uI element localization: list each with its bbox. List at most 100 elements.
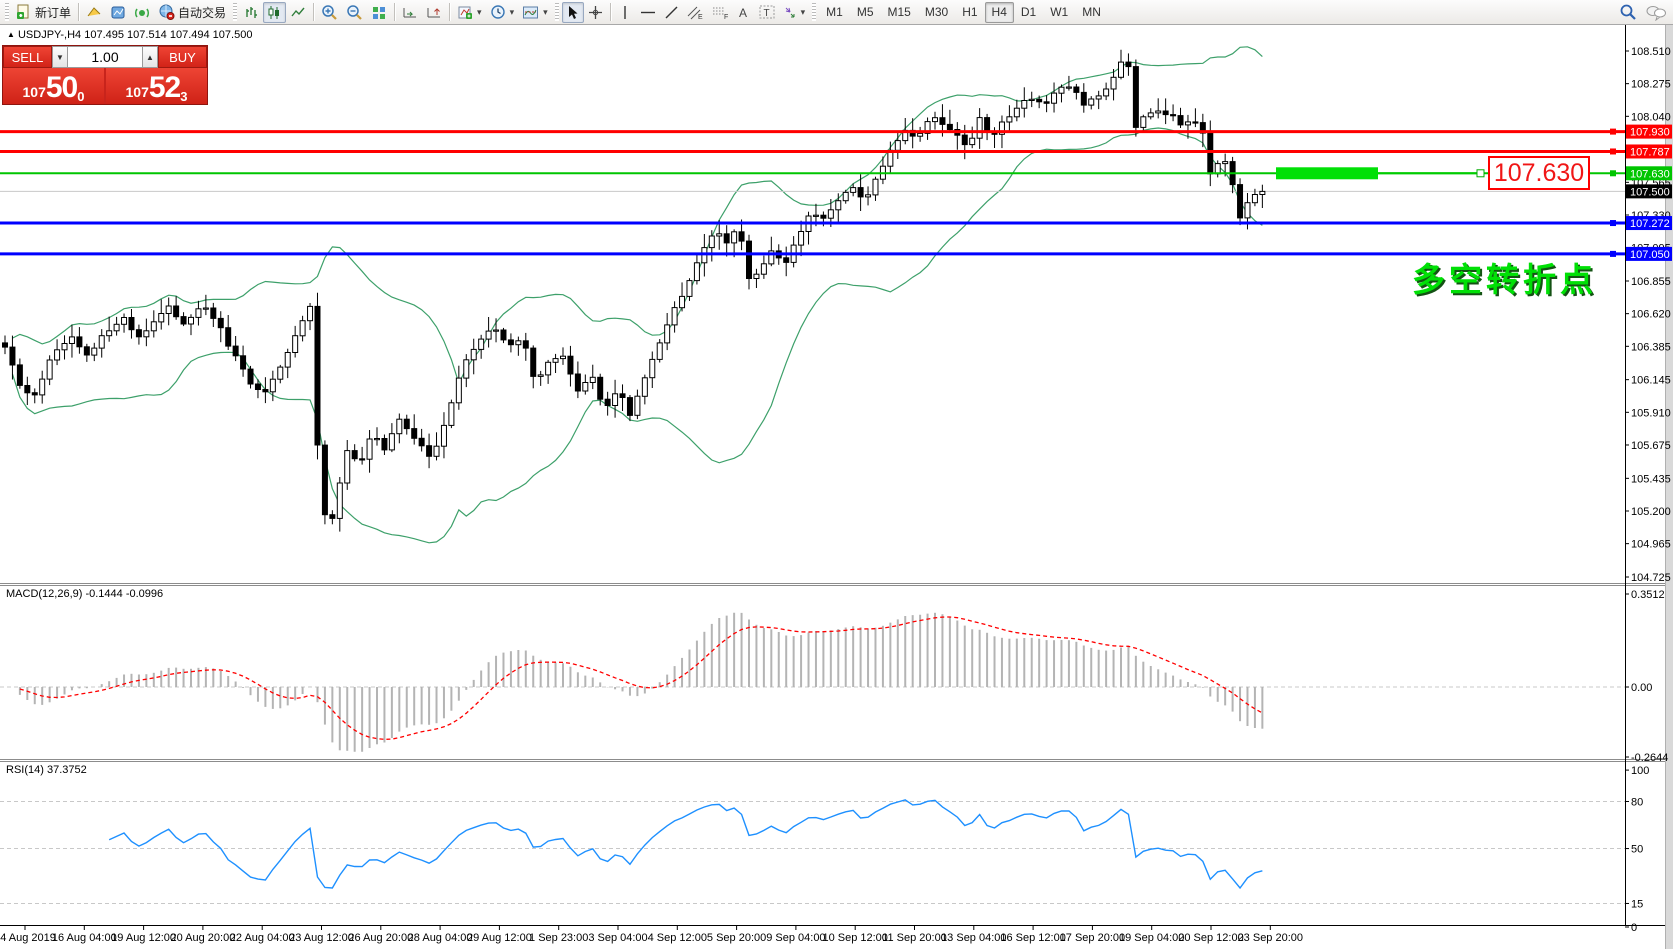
timeframe-m1-button[interactable]: M1 xyxy=(819,2,850,23)
time-axis-label: 22 Aug 04:00 xyxy=(230,932,295,944)
candle-bearish xyxy=(226,328,231,346)
arrows-button[interactable]: ▾ xyxy=(779,2,810,23)
horizontal-line-button[interactable] xyxy=(636,2,660,23)
candlestick-chart-button[interactable] xyxy=(263,2,286,23)
tile-windows-button[interactable] xyxy=(367,2,391,23)
strategy-navigator-button[interactable] xyxy=(130,2,154,23)
new-order-button[interactable]: 新订单 xyxy=(12,2,75,23)
candle-bearish xyxy=(947,124,952,129)
cursor-button[interactable] xyxy=(562,2,584,23)
toolbar-grip xyxy=(812,3,816,21)
candle-bullish xyxy=(635,396,640,415)
highlight-rectangle-object[interactable] xyxy=(1276,167,1378,179)
fibonacci-icon: F xyxy=(712,5,729,20)
timeframe-h1-button[interactable]: H1 xyxy=(955,2,984,23)
callout-anchor-square xyxy=(1477,170,1484,177)
candle-bearish xyxy=(1193,122,1198,123)
buy-price-button[interactable]: 107523 xyxy=(106,68,207,104)
trendline-button[interactable] xyxy=(660,2,683,23)
line-anchor-marker[interactable] xyxy=(1610,148,1616,154)
candle-bullish xyxy=(1148,113,1153,117)
candle-bearish xyxy=(784,258,789,263)
line-anchor-marker[interactable] xyxy=(1610,220,1616,226)
svg-text:T: T xyxy=(763,8,769,19)
candle-bearish xyxy=(248,369,253,384)
candle-bullish xyxy=(278,367,283,379)
line-chart-button[interactable] xyxy=(286,2,310,23)
candle-bullish xyxy=(494,330,499,331)
crosshair-button[interactable] xyxy=(584,2,607,23)
templates-button[interactable]: ▾ xyxy=(518,2,552,23)
bar-chart-icon xyxy=(244,5,259,20)
candle-bullish xyxy=(337,483,342,518)
timeframe-m15-button[interactable]: M15 xyxy=(881,2,918,23)
timeframe-mn-button[interactable]: MN xyxy=(1075,2,1108,23)
auto-scroll-button[interactable] xyxy=(398,2,422,23)
market-watch-button[interactable] xyxy=(82,2,106,23)
candle-bullish xyxy=(709,236,714,248)
candle-bullish xyxy=(55,350,60,360)
candle-bullish xyxy=(300,321,305,336)
candle-bullish xyxy=(650,359,655,377)
timeframe-m5-button[interactable]: M5 xyxy=(850,2,881,23)
line-anchor-marker[interactable] xyxy=(1610,170,1616,176)
price-tick-label: 106.620 xyxy=(1631,309,1671,321)
vertical-line-button[interactable] xyxy=(614,2,636,23)
rsi-axis-label: 0 xyxy=(1631,922,1637,934)
sell-price-big: 50 xyxy=(46,74,77,102)
volume-input[interactable]: 1.00 xyxy=(68,46,142,68)
candle-bullish xyxy=(151,322,156,331)
price-callout[interactable]: 107.630 xyxy=(1488,156,1590,190)
volume-decrease-button[interactable]: ▼ xyxy=(52,46,68,68)
candle-bullish xyxy=(375,439,380,440)
fibonacci-button[interactable]: F xyxy=(708,2,733,23)
volume-increase-button[interactable]: ▲ xyxy=(142,46,158,68)
buy-price-big: 52 xyxy=(149,74,180,102)
buy-button[interactable]: BUY xyxy=(158,46,207,68)
buy-price-pip: 3 xyxy=(180,92,187,102)
candlestick-icon xyxy=(267,5,282,20)
candle-bullish xyxy=(1223,162,1228,164)
text-button[interactable]: A xyxy=(733,2,755,23)
price-tick-label: 106.385 xyxy=(1631,341,1671,353)
chat-button[interactable] xyxy=(1641,2,1671,23)
candle-bullish xyxy=(1245,203,1250,218)
line-anchor-marker[interactable] xyxy=(1610,251,1616,257)
candle-bearish xyxy=(531,348,536,376)
equidistant-channel-button[interactable]: E xyxy=(683,2,708,23)
time-axis-label: 4 Sep 12:00 xyxy=(648,932,707,944)
sell-button[interactable]: SELL xyxy=(3,46,52,68)
timeframe-h4-button[interactable]: H4 xyxy=(985,2,1014,23)
search-button[interactable] xyxy=(1615,2,1641,23)
line-chart-icon xyxy=(290,5,306,20)
data-window-button[interactable] xyxy=(106,2,130,23)
periods-button[interactable]: ▾ xyxy=(486,2,519,23)
bar-chart-button[interactable] xyxy=(240,2,263,23)
candle-bullish xyxy=(1052,93,1057,103)
candle-bullish xyxy=(122,318,127,325)
candle-bearish xyxy=(10,347,15,365)
sell-price-button[interactable]: 107500 xyxy=(3,68,104,104)
timeframe-w1-button[interactable]: W1 xyxy=(1043,2,1075,23)
line-anchor-marker[interactable] xyxy=(1610,129,1616,135)
candle-bearish xyxy=(263,390,268,392)
timeframe-d1-button[interactable]: D1 xyxy=(1014,2,1043,23)
autotrading-button[interactable]: 自动交易 xyxy=(154,2,230,23)
zoom-out-button[interactable] xyxy=(342,2,367,23)
crosshair-icon xyxy=(588,5,603,20)
candle-bullish xyxy=(754,274,759,278)
candle-bullish xyxy=(441,425,446,446)
turning-point-note[interactable]: 多空转折点 xyxy=(1412,253,1597,301)
chart-ohlc: 107.495 107.514 107.494 107.500 xyxy=(84,29,252,41)
buy-price-prefix: 107 xyxy=(126,82,149,102)
time-axis-label: 23 Sep 20:00 xyxy=(1238,932,1303,944)
text-label-button[interactable]: T xyxy=(755,2,779,23)
sell-price-pip: 0 xyxy=(77,92,84,102)
collapse-icon[interactable]: ▲ xyxy=(7,30,15,39)
candle-bearish xyxy=(568,356,573,374)
zoom-in-button[interactable] xyxy=(317,2,342,23)
chart-shift-button[interactable] xyxy=(422,2,446,23)
candle-bullish xyxy=(613,394,618,406)
timeframe-m30-button[interactable]: M30 xyxy=(918,2,955,23)
indicators-button[interactable]: ▾ xyxy=(453,2,486,23)
